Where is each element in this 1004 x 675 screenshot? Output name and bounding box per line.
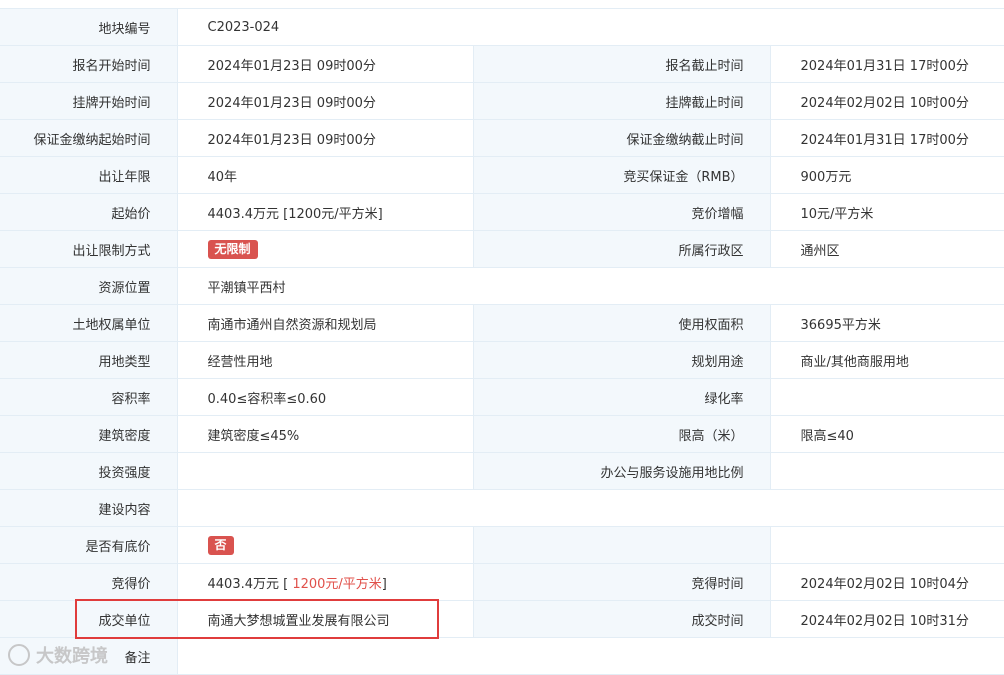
plot-ratio-value: 0.40≤容积率≤0.60 [177, 378, 474, 416]
location-label: 资源位置 [0, 267, 178, 305]
bid-deposit-value: 900万元 [770, 156, 1004, 194]
table-row: 资源位置 平潮镇平西村 [0, 267, 1004, 305]
green-rate-label: 绿化率 [473, 378, 771, 416]
reserve-price-value: 否 [177, 526, 474, 564]
empty-label [473, 526, 771, 564]
height-limit-label: 限高（米） [473, 415, 771, 453]
watermark-text: 大数跨境 [36, 646, 108, 667]
investment-intensity-label: 投资强度 [0, 452, 178, 490]
deposit-end-value: 2024年01月31日 17时00分 [770, 119, 1004, 157]
land-info-table: 地块编号 C2023-024 报名开始时间 2024年01月23日 09时00分… [0, 9, 1004, 675]
investment-intensity-value [177, 452, 474, 490]
land-type-label: 用地类型 [0, 341, 178, 379]
table-row: 报名开始时间 2024年01月23日 09时00分 报名截止时间 2024年01… [0, 45, 1004, 83]
plot-number-label: 地块编号 [0, 9, 178, 46]
starting-price-label: 起始价 [0, 193, 178, 231]
table-row: 用地类型 经营性用地 规划用途 商业/其他商服用地 [0, 341, 1004, 379]
building-density-value: 建筑密度≤45% [177, 415, 474, 453]
office-ratio-label: 办公与服务设施用地比例 [473, 452, 771, 490]
lease-term-value: 40年 [177, 156, 474, 194]
table-row: 建筑密度 建筑密度≤45% 限高（米） 限高≤40 [0, 415, 1004, 453]
height-limit-value: 限高≤40 [770, 415, 1004, 453]
table-row: 是否有底价 否 [0, 526, 1004, 564]
restriction-badge: 无限制 [207, 239, 258, 259]
owner-value: 南通市通州自然资源和规划局 [177, 304, 474, 342]
deal-time-value: 2024年02月02日 10时31分 [770, 600, 1004, 638]
green-rate-value [770, 378, 1004, 416]
restriction-label: 出让限制方式 [0, 230, 178, 268]
lease-term-label: 出让年限 [0, 156, 178, 194]
listing-end-label: 挂牌截止时间 [473, 82, 771, 120]
planned-use-value: 商业/其他商服用地 [770, 341, 1004, 379]
signup-end-value: 2024年01月31日 17时00分 [770, 45, 1004, 83]
district-label: 所属行政区 [473, 230, 771, 268]
winning-price-label: 竞得价 [0, 563, 178, 601]
plot-number-value: C2023-024 [177, 9, 1004, 46]
table-row: 容积率 0.40≤容积率≤0.60 绿化率 [0, 378, 1004, 416]
winning-price-unit: 1200元/平方米 [292, 576, 382, 592]
construction-content-label: 建设内容 [0, 489, 178, 527]
winning-time-value: 2024年02月02日 10时04分 [770, 563, 1004, 601]
owner-label: 土地权属单位 [0, 304, 178, 342]
watermark: 大数跨境 [8, 642, 108, 668]
table-row: 出让年限 40年 竞买保证金（RMB） 900万元 [0, 156, 1004, 194]
use-area-value: 36695平方米 [770, 304, 1004, 342]
signup-end-label: 报名截止时间 [473, 45, 771, 83]
table-row: 地块编号 C2023-024 [0, 9, 1004, 46]
listing-start-label: 挂牌开始时间 [0, 82, 178, 120]
winning-price-total: 4403.4万元 [ [207, 576, 293, 592]
table-row: 出让限制方式 无限制 所属行政区 通州区 [0, 230, 1004, 268]
table-row: 挂牌开始时间 2024年01月23日 09时00分 挂牌截止时间 2024年02… [0, 82, 1004, 120]
table-row: 备注 [0, 637, 1004, 675]
bid-increment-label: 竞价增幅 [473, 193, 771, 231]
building-density-label: 建筑密度 [0, 415, 178, 453]
reserve-price-label: 是否有底价 [0, 526, 178, 564]
plot-ratio-label: 容积率 [0, 378, 178, 416]
bid-deposit-label: 竞买保证金（RMB） [473, 156, 771, 194]
office-ratio-value [770, 452, 1004, 490]
highlight-box [75, 599, 439, 639]
winning-time-label: 竞得时间 [473, 563, 771, 601]
table-row: 起始价 4403.4万元 [1200元/平方米] 竞价增幅 10元/平方米 [0, 193, 1004, 231]
deposit-start-value: 2024年01月23日 09时00分 [177, 119, 474, 157]
listing-end-value: 2024年02月02日 10时00分 [770, 82, 1004, 120]
signup-start-value: 2024年01月23日 09时00分 [177, 45, 474, 83]
deal-time-label: 成交时间 [473, 600, 771, 638]
table-row: 竞得价 4403.4万元 [ 1200元/平方米] 竞得时间 2024年02月0… [0, 563, 1004, 601]
construction-content-value [177, 489, 1004, 527]
starting-price-value: 4403.4万元 [1200元/平方米] [177, 193, 474, 231]
reserve-price-badge: 否 [207, 535, 234, 555]
location-value: 平潮镇平西村 [177, 267, 1004, 305]
land-type-value: 经营性用地 [177, 341, 474, 379]
restriction-value: 无限制 [177, 230, 474, 268]
winning-price-value: 4403.4万元 [ 1200元/平方米] [177, 563, 474, 601]
table-row: 土地权属单位 南通市通州自然资源和规划局 使用权面积 36695平方米 [0, 304, 1004, 342]
table-row: 建设内容 [0, 489, 1004, 527]
bid-increment-value: 10元/平方米 [770, 193, 1004, 231]
planned-use-label: 规划用途 [473, 341, 771, 379]
district-value: 通州区 [770, 230, 1004, 268]
signup-start-label: 报名开始时间 [0, 45, 178, 83]
empty-value [770, 526, 1004, 564]
table-row: 投资强度 办公与服务设施用地比例 [0, 452, 1004, 490]
table-row: 保证金缴纳起始时间 2024年01月23日 09时00分 保证金缴纳截止时间 2… [0, 119, 1004, 157]
remarks-value [177, 637, 1004, 675]
watermark-logo-icon [8, 644, 30, 666]
use-area-label: 使用权面积 [473, 304, 771, 342]
winning-price-bracket: ] [381, 576, 387, 592]
deposit-start-label: 保证金缴纳起始时间 [0, 119, 178, 157]
deposit-end-label: 保证金缴纳截止时间 [473, 119, 771, 157]
listing-start-value: 2024年01月23日 09时00分 [177, 82, 474, 120]
